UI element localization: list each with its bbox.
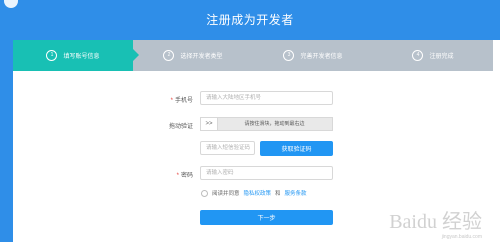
top-header: 注册成为开发者 (0, 0, 500, 40)
password-label-text: 密码 (180, 173, 193, 179)
step-4: 4 注册完成 (373, 40, 493, 71)
get-code-button[interactable]: 获取验证码 (260, 141, 333, 156)
step-number-2: 2 (163, 50, 175, 61)
step-1: 1 填写账号信息 (13, 40, 139, 71)
baidu-watermark-logo: Baidu 经验 (389, 211, 482, 233)
step-3: 3 完善开发者信息 (253, 40, 373, 71)
step-number-3: 3 (283, 50, 295, 61)
phone-label-text: 手机号 (174, 98, 193, 104)
step-label-3: 完善开发者信息 (300, 54, 343, 60)
agree-checkbox[interactable] (201, 189, 208, 197)
and-text: 和 (275, 191, 281, 197)
steps-bar: 1 填写账号信息 2 选择开发者类型 3 完善开发者信息 4 注册完成 (13, 40, 493, 71)
sms-code-input[interactable]: 请输入短信验证码 (200, 141, 255, 155)
step-number-1: 1 (46, 50, 58, 61)
step-label-1: 填写账号信息 (63, 54, 100, 60)
slider-verification[interactable]: >> 请按住滑块，拖动到最右边 (200, 117, 333, 131)
password-input[interactable]: 请输入密码 (200, 166, 333, 180)
phone-input[interactable]: 请输入大陆地区手机号 (200, 91, 333, 105)
required-marker: * (176, 173, 179, 179)
next-step-button[interactable]: 下一步 (200, 210, 333, 225)
privacy-policy-link[interactable]: 隐私权政策 (244, 189, 272, 197)
step-label-4: 注册完成 (429, 54, 454, 60)
slider-handle[interactable]: >> (201, 118, 218, 130)
baidu-watermark-url: jingyan.baidu.com (441, 234, 482, 240)
agreement-row: 阅读并同意 隐私权政策 和 服务条款 (201, 189, 307, 197)
site-logo-icon (4, 0, 18, 8)
service-terms-link[interactable]: 服务条款 (285, 189, 307, 197)
slider-hint-text: 请按住滑块，拖动到最右边 (244, 121, 305, 127)
phone-label: * 手机号 (133, 95, 193, 104)
step-2: 2 选择开发者类型 (133, 40, 253, 71)
step-number-4: 4 (412, 50, 424, 61)
step-label-2: 选择开发者类型 (180, 54, 223, 60)
slider-verify-label: 拖动验证 (168, 124, 193, 130)
password-label: * 密码 (133, 170, 193, 179)
agree-text: 阅读并同意 (212, 191, 240, 197)
required-marker: * (170, 98, 173, 104)
left-background-strip (0, 40, 13, 242)
page-title: 注册成为开发者 (206, 13, 294, 27)
